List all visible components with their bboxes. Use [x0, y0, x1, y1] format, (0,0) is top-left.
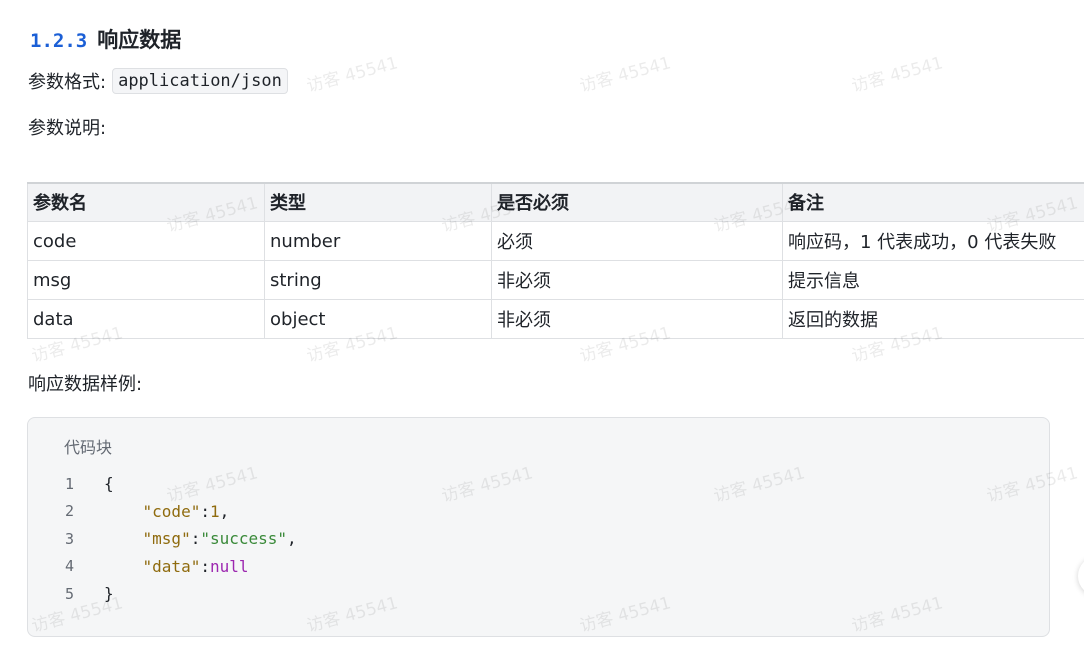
header-param-name: 参数名 [27, 182, 265, 222]
params-table-container[interactable]: 参数名 类型 是否必须 备注 code number 必须 响应码，1 代表成功… [27, 182, 1084, 340]
line-number: 5 [64, 584, 74, 603]
line-number: 4 [64, 557, 74, 576]
watermark: 访客 45541 [577, 53, 674, 97]
code-token: : [200, 556, 210, 576]
code-token: : [200, 501, 210, 521]
params-desc-label: 参数说明: [28, 118, 107, 139]
format-value-code: application/json [112, 68, 288, 94]
params-table: 参数名 类型 是否必须 备注 code number 必须 响应码，1 代表成功… [27, 182, 1084, 339]
watermark: 访客 45541 [304, 53, 401, 97]
cell-required: 非必须 [491, 299, 783, 339]
cell-type: number [264, 221, 492, 261]
cell-remark: 提示信息 [782, 260, 1084, 300]
code-line: 2 "code":1, [28, 498, 297, 526]
cell-type: string [264, 260, 492, 300]
line-number: 2 [64, 502, 74, 521]
code-line: 1{ [28, 470, 297, 498]
code-token: "success" [200, 529, 288, 549]
line-number: 3 [64, 529, 74, 548]
cell-required: 非必须 [491, 260, 783, 300]
code-text: { [104, 474, 114, 493]
line-number: 1 [64, 474, 74, 493]
sample-label: 响应数据样例: [28, 374, 143, 395]
table-row: code number 必须 响应码，1 代表成功，0 代表失败 [27, 221, 1084, 261]
format-label: 参数格式: [28, 72, 107, 93]
cell-required: 必须 [491, 221, 783, 261]
floating-action-button[interactable] [1078, 556, 1084, 596]
code-lines: 1{2 "code":1, 3 "msg":"success", 4 "data":… [28, 470, 297, 608]
code-text: "data":null [104, 557, 249, 576]
code-token: : [190, 529, 201, 549]
header-type: 类型 [264, 182, 492, 222]
code-text: } [104, 584, 114, 603]
section-heading: 1.2.3 响应数据 [30, 24, 181, 54]
code-token: } [104, 584, 114, 604]
header-required: 是否必须 [491, 182, 783, 222]
cell-param-name: msg [27, 260, 265, 300]
code-line: 5} [28, 580, 297, 608]
code-token: { [104, 474, 114, 494]
code-text: "msg":"success", [104, 529, 297, 548]
document-page: 1.2.3 响应数据 参数格式: application/json 参数说明: … [0, 0, 1084, 646]
code-token: null [209, 556, 249, 576]
code-token: "data" [142, 556, 201, 576]
format-line: 参数格式: application/json [28, 68, 288, 94]
cell-type: object [264, 299, 492, 339]
code-block-label: 代码块 [64, 438, 113, 457]
cell-remark: 返回的数据 [782, 299, 1084, 339]
code-block[interactable]: 代码块 1{2 "code":1, 3 "msg":"success", 4 "da… [27, 417, 1050, 637]
header-remark: 备注 [782, 182, 1084, 222]
code-line: 3 "msg":"success", [28, 525, 297, 553]
table-row: data object 非必须 返回的数据 [27, 299, 1084, 339]
cell-remark: 响应码，1 代表成功，0 代表失败 [782, 221, 1084, 261]
cell-param-name: data [27, 299, 265, 339]
watermark: 访客 45541 [849, 53, 946, 97]
section-title: 响应数据 [97, 28, 182, 52]
code-token: , [287, 529, 297, 549]
code-line: 4 "data":null [28, 553, 297, 581]
code-text: "code":1, [104, 501, 230, 521]
code-token: , [219, 501, 230, 521]
code-token: "code" [142, 501, 201, 521]
table-header-row: 参数名 类型 是否必须 备注 [27, 182, 1084, 222]
table-row: msg string 非必须 提示信息 [27, 260, 1084, 300]
cell-param-name: code [27, 221, 265, 261]
section-number: 1.2.3 [30, 30, 88, 52]
code-token: "msg" [142, 529, 191, 549]
code-token: 1 [209, 501, 220, 521]
